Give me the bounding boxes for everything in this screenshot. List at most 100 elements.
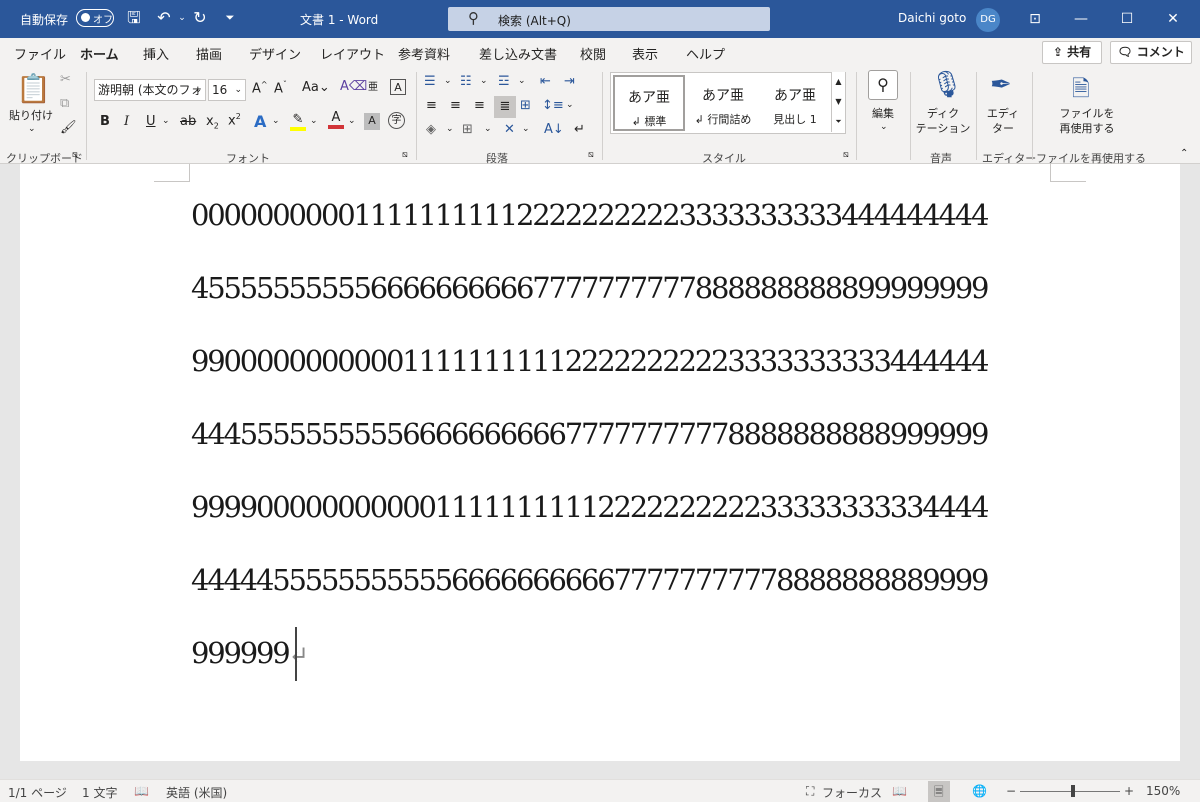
strikethrough-icon[interactable]: ab (180, 114, 196, 129)
asian-layout-dropdown-icon[interactable]: ⌄ (522, 124, 530, 134)
multilevel-dropdown-icon[interactable]: ⌄ (518, 76, 526, 86)
tab-review[interactable]: 校閲 (580, 44, 606, 63)
autosave-toggle[interactable]: オフ (76, 9, 114, 27)
editor-button[interactable]: エディ ター (980, 106, 1026, 136)
phonetic-guide-icon[interactable]: 亜 (368, 78, 378, 93)
ribbon-display-icon[interactable]: ⊡ (1012, 0, 1058, 38)
web-layout-icon[interactable]: 🌐 (972, 784, 987, 798)
styles-launcher-icon[interactable]: ⧅ (843, 150, 849, 160)
bold-icon[interactable]: B (100, 114, 110, 129)
undo-dropdown-icon[interactable]: ⌄ (172, 8, 192, 28)
reuse-files-icon[interactable]: 🗎 (1072, 72, 1090, 110)
proofing-icon[interactable]: 📖 (134, 784, 149, 798)
text-line[interactable]: 9999000000000001111111111222222222233333… (191, 490, 989, 524)
style-heading-1[interactable]: あア亜 見出し 1 (759, 75, 831, 131)
tab-help[interactable]: ヘルプ (686, 44, 725, 63)
paragraph-launcher-icon[interactable]: ⧅ (588, 150, 594, 160)
line-spacing-icon[interactable]: ↕≡ (542, 98, 564, 113)
copy-icon[interactable]: ⧉ (60, 96, 69, 111)
italic-icon[interactable]: I (124, 114, 129, 129)
word-count[interactable]: 1 文字 (82, 784, 117, 801)
paste-icon[interactable]: 📋 (16, 72, 51, 105)
align-left-icon[interactable]: ≡ (426, 98, 437, 113)
editor-icon[interactable]: ✒ (990, 70, 1012, 100)
font-color-dropdown-icon[interactable]: ⌄ (348, 116, 356, 126)
tab-design[interactable]: デザイン (249, 44, 301, 63)
styles-scroll-up-icon[interactable]: ▲ (831, 72, 845, 92)
tab-file[interactable]: ファイル (14, 44, 66, 63)
font-launcher-icon[interactable]: ⧅ (402, 150, 408, 160)
asian-layout-icon[interactable]: ✕ (504, 122, 515, 137)
sort-icon[interactable]: A↓ (544, 122, 564, 137)
zoom-out-icon[interactable]: − (1006, 784, 1016, 798)
text-line[interactable]: 4445555555555666666666677777777778888888… (191, 417, 989, 451)
language[interactable]: 英語 (米国) (166, 784, 227, 801)
font-size-select[interactable]: 16 ⌄ (208, 79, 246, 101)
superscript-icon[interactable]: x2 (228, 112, 241, 128)
grow-font-icon[interactable]: A^ (252, 80, 268, 96)
cut-icon[interactable]: ✂ (60, 72, 71, 87)
tab-mailings[interactable]: 差し込み文書 (479, 44, 557, 63)
undo-icon[interactable]: ↶ (154, 8, 174, 28)
underline-icon[interactable]: U (146, 114, 156, 129)
format-painter-icon[interactable]: 🖌 (60, 120, 77, 135)
numbering-icon[interactable]: ☷ (460, 74, 472, 89)
change-case-icon[interactable]: Aa⌄ (302, 80, 330, 95)
styles-more-icon[interactable]: ⏷ (831, 112, 845, 132)
shrink-font-icon[interactable]: Aˇ (274, 80, 287, 96)
underline-dropdown-icon[interactable]: ⌄ (162, 116, 170, 126)
highlight-icon[interactable]: ✎ (290, 112, 306, 131)
bullets-dropdown-icon[interactable]: ⌄ (444, 76, 452, 86)
tab-draw[interactable]: 描画 (196, 44, 222, 63)
editing-search-icon[interactable]: ⚲ (868, 70, 898, 100)
user-name[interactable]: Daichi goto (898, 11, 966, 25)
focus-mode[interactable]: フォーカス (822, 784, 882, 801)
text-line[interactable]: 9900000000000111111111122222222223333333… (191, 344, 989, 378)
style-no-spacing[interactable]: あア亜 ↲ 行間詰め (687, 75, 759, 131)
increase-indent-icon[interactable]: ⇥ (564, 74, 575, 89)
text-line[interactable]: 0000000000111111111122222222223333333333… (191, 198, 989, 232)
zoom-slider-thumb[interactable] (1071, 785, 1075, 797)
close-icon[interactable]: ✕ (1150, 0, 1196, 38)
page-count[interactable]: 1/1 ページ (8, 784, 67, 801)
justify-icon[interactable]: ≣ (494, 96, 516, 118)
microphone-icon[interactable]: 🎙 (930, 70, 963, 100)
character-shading-icon[interactable]: A (364, 113, 380, 130)
subscript-icon[interactable]: x2 (206, 114, 219, 131)
zoom-slider[interactable] (1020, 791, 1120, 792)
font-name-select[interactable]: 游明朝 (本文のフォ ⌄ (94, 79, 206, 101)
save-icon[interactable]: 🖫 (124, 8, 144, 28)
collapse-ribbon-icon[interactable]: ⌃ (1180, 148, 1188, 159)
editing-label[interactable]: 編集 (863, 106, 903, 121)
highlight-dropdown-icon[interactable]: ⌄ (310, 116, 318, 126)
redo-icon[interactable]: ↻ (190, 8, 210, 28)
styles-scroll-down-icon[interactable]: ▼ (831, 92, 845, 112)
numbering-dropdown-icon[interactable]: ⌄ (480, 76, 488, 86)
customize-toolbar-icon[interactable]: ⏷ (220, 8, 240, 28)
distributed-icon[interactable]: ⊞ (520, 98, 531, 113)
maximize-icon[interactable]: ☐ (1104, 0, 1150, 38)
zoom-percent[interactable]: 150% (1146, 784, 1180, 798)
character-border-icon[interactable]: A (390, 79, 406, 95)
share-button[interactable]: ⇪ 共有 (1042, 41, 1102, 64)
clipboard-launcher-icon[interactable]: ⧅ (72, 150, 78, 160)
zoom-in-icon[interactable]: + (1124, 784, 1134, 798)
borders-icon[interactable]: ⊞ (462, 122, 473, 137)
text-effects-dropdown-icon[interactable]: ⌄ (272, 116, 280, 126)
line-spacing-dropdown-icon[interactable]: ⌄ (566, 100, 574, 110)
shading-icon[interactable]: ◈ (426, 122, 436, 137)
print-layout-icon[interactable]: 🗏 (928, 781, 950, 802)
align-center-icon[interactable]: ≡ (450, 98, 461, 113)
font-color-icon[interactable]: A (328, 110, 344, 129)
comment-button[interactable]: 🗨 コメント (1110, 41, 1192, 64)
paste-label[interactable]: 貼り付け (6, 108, 56, 123)
tab-insert[interactable]: 挿入 (143, 44, 169, 63)
text-effects-icon[interactable]: A (254, 112, 266, 131)
clear-formatting-icon[interactable]: A⌫ (340, 79, 367, 94)
focus-icon[interactable]: ⛶ (806, 784, 814, 799)
tab-view[interactable]: 表示 (632, 44, 658, 63)
text-line-last[interactable]: 999999↵ (191, 636, 309, 670)
tab-layout[interactable]: レイアウト (320, 44, 385, 63)
align-right-icon[interactable]: ≡ (474, 98, 485, 113)
shading-dropdown-icon[interactable]: ⌄ (446, 124, 454, 134)
